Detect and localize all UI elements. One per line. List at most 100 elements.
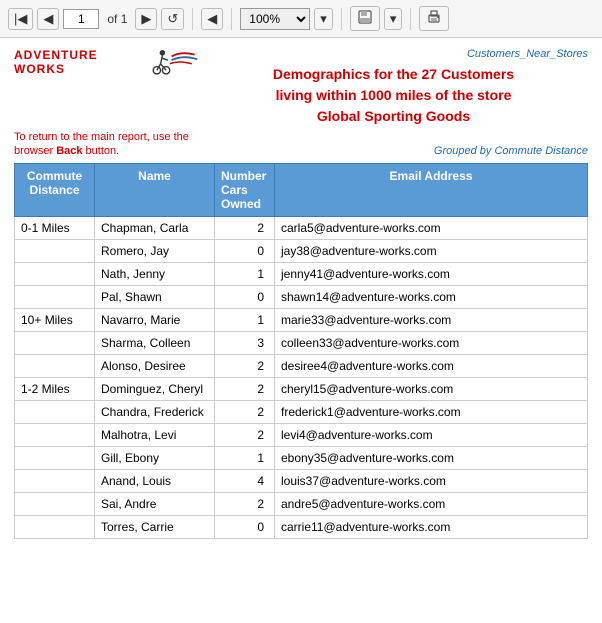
page-of-label: of 1	[107, 12, 127, 26]
separator-2	[231, 8, 232, 30]
cell-email: cheryl15@adventure-works.com	[275, 378, 588, 401]
cell-name: Chapman, Carla	[95, 217, 215, 240]
cell-email: colleen33@adventure-works.com	[275, 332, 588, 355]
table-row: Nath, Jenny1jenny41@adventure-works.com	[15, 263, 588, 286]
cell-commute: 0-1 Miles	[15, 217, 95, 240]
cell-email: shawn14@adventure-works.com	[275, 286, 588, 309]
report-title: Demographics for the 27 Customers living…	[199, 64, 588, 127]
cell-commute	[15, 401, 95, 424]
cell-cars: 1	[215, 309, 275, 332]
cell-name: Romero, Jay	[95, 240, 215, 263]
cell-email: louis37@adventure-works.com	[275, 470, 588, 493]
cell-cars: 2	[215, 355, 275, 378]
table-row: 0-1 MilesChapman, Carla2carla5@adventure…	[15, 217, 588, 240]
table-header-row: CommuteDistance Name NumberCarsOwned Ema…	[15, 164, 588, 217]
table-row: Pal, Shawn0shawn14@adventure-works.com	[15, 286, 588, 309]
cell-email: andre5@adventure-works.com	[275, 493, 588, 516]
table-row: Malhotra, Levi2levi4@adventure-works.com	[15, 424, 588, 447]
cell-cars: 3	[215, 332, 275, 355]
separator-3	[341, 8, 342, 30]
table-row: Anand, Louis4louis37@adventure-works.com	[15, 470, 588, 493]
cell-name: Pal, Shawn	[95, 286, 215, 309]
table-row: Sai, Andre2andre5@adventure-works.com	[15, 493, 588, 516]
table-row: Alonso, Desiree2desiree4@adventure-works…	[15, 355, 588, 378]
report-link[interactable]: Customers_Near_Stores	[467, 48, 588, 60]
cell-email: carla5@adventure-works.com	[275, 217, 588, 240]
data-table: CommuteDistance Name NumberCarsOwned Ema…	[14, 163, 588, 539]
cell-email: desiree4@adventure-works.com	[275, 355, 588, 378]
cell-email: jay38@adventure-works.com	[275, 240, 588, 263]
cell-name: Gill, Ebony	[95, 447, 215, 470]
separator-1	[192, 8, 193, 30]
cell-email: jenny41@adventure-works.com	[275, 263, 588, 286]
cell-cars: 2	[215, 378, 275, 401]
cell-commute	[15, 286, 95, 309]
table-row: Sharma, Colleen3colleen33@adventure-work…	[15, 332, 588, 355]
cell-name: Dominguez, Cheryl	[95, 378, 215, 401]
print-button[interactable]	[419, 6, 449, 31]
cell-commute	[15, 447, 95, 470]
separator-4	[410, 8, 411, 30]
cell-name: Navarro, Marie	[95, 309, 215, 332]
next-page-button[interactable]: ▶	[135, 8, 157, 30]
table-row: Gill, Ebony1ebony35@adventure-works.com	[15, 447, 588, 470]
cell-name: Sharma, Colleen	[95, 332, 215, 355]
left-note: To return to the main report, use the br…	[14, 129, 199, 157]
cell-name: Chandra, Frederick	[95, 401, 215, 424]
cell-cars: 2	[215, 217, 275, 240]
table-row: 1-2 MilesDominguez, Cheryl2cheryl15@adve…	[15, 378, 588, 401]
prev-page-button[interactable]: ◀	[37, 8, 59, 30]
cell-name: Sai, Andre	[95, 493, 215, 516]
table-row: 10+ MilesNavarro, Marie1marie33@adventur…	[15, 309, 588, 332]
cell-email: ebony35@adventure-works.com	[275, 447, 588, 470]
table-row: Torres, Carrie0carrie11@adventure-works.…	[15, 516, 588, 539]
page-number-input[interactable]: 1	[63, 9, 99, 29]
cell-commute: 1-2 Miles	[15, 378, 95, 401]
table-row: Romero, Jay0jay38@adventure-works.com	[15, 240, 588, 263]
cell-cars: 2	[215, 493, 275, 516]
cell-name: Anand, Louis	[95, 470, 215, 493]
toolbar: |◀ ◀ 1 of 1 ▶ ↺ ◀ 25% 50% 75% 100% 125% …	[0, 0, 602, 38]
cell-name: Alonso, Desiree	[95, 355, 215, 378]
cell-commute	[15, 516, 95, 539]
header-commute: CommuteDistance	[15, 164, 95, 217]
cell-cars: 2	[215, 401, 275, 424]
cell-cars: 2	[215, 424, 275, 447]
cell-cars: 4	[215, 470, 275, 493]
cell-cars: 0	[215, 286, 275, 309]
cell-email: levi4@adventure-works.com	[275, 424, 588, 447]
cell-cars: 0	[215, 516, 275, 539]
logo-text: ADVENTURE WORKS	[14, 48, 142, 76]
first-page-button[interactable]: |◀	[8, 8, 33, 30]
save-button[interactable]	[350, 6, 380, 31]
cell-email: carrie11@adventure-works.com	[275, 516, 588, 539]
cell-name: Nath, Jenny	[95, 263, 215, 286]
logo-area: ADVENTURE WORKS	[14, 46, 199, 82]
cell-email: frederick1@adventure-works.com	[275, 401, 588, 424]
grouped-by: Grouped by Commute Distance	[199, 143, 588, 157]
header-name: Name	[95, 164, 215, 217]
cell-cars: 1	[215, 263, 275, 286]
refresh-button[interactable]: ↺	[161, 8, 184, 30]
cell-commute	[15, 470, 95, 493]
title-area: Customers_Near_Stores Demographics for t…	[199, 46, 588, 127]
cell-email: marie33@adventure-works.com	[275, 309, 588, 332]
cell-commute	[15, 424, 95, 447]
zoom-dropdown-button[interactable]: ▾	[314, 8, 333, 30]
cell-cars: 1	[215, 447, 275, 470]
cell-commute	[15, 240, 95, 263]
zoom-select[interactable]: 25% 50% 75% 100% 125% 150% 200%	[240, 8, 310, 30]
cell-commute	[15, 263, 95, 286]
report-content: ADVENTURE WORKS	[0, 38, 602, 553]
header-email: Email Address	[275, 164, 588, 217]
cell-cars: 0	[215, 240, 275, 263]
cell-commute	[15, 493, 95, 516]
back-nav-button[interactable]: ◀	[201, 8, 223, 30]
cell-commute: 10+ Miles	[15, 309, 95, 332]
logo-graphic	[144, 46, 199, 78]
table-row: Chandra, Frederick2frederick1@adventure-…	[15, 401, 588, 424]
cell-commute	[15, 332, 95, 355]
cell-commute	[15, 355, 95, 378]
save-dropdown-button[interactable]: ▾	[384, 8, 403, 30]
cell-name: Malhotra, Levi	[95, 424, 215, 447]
